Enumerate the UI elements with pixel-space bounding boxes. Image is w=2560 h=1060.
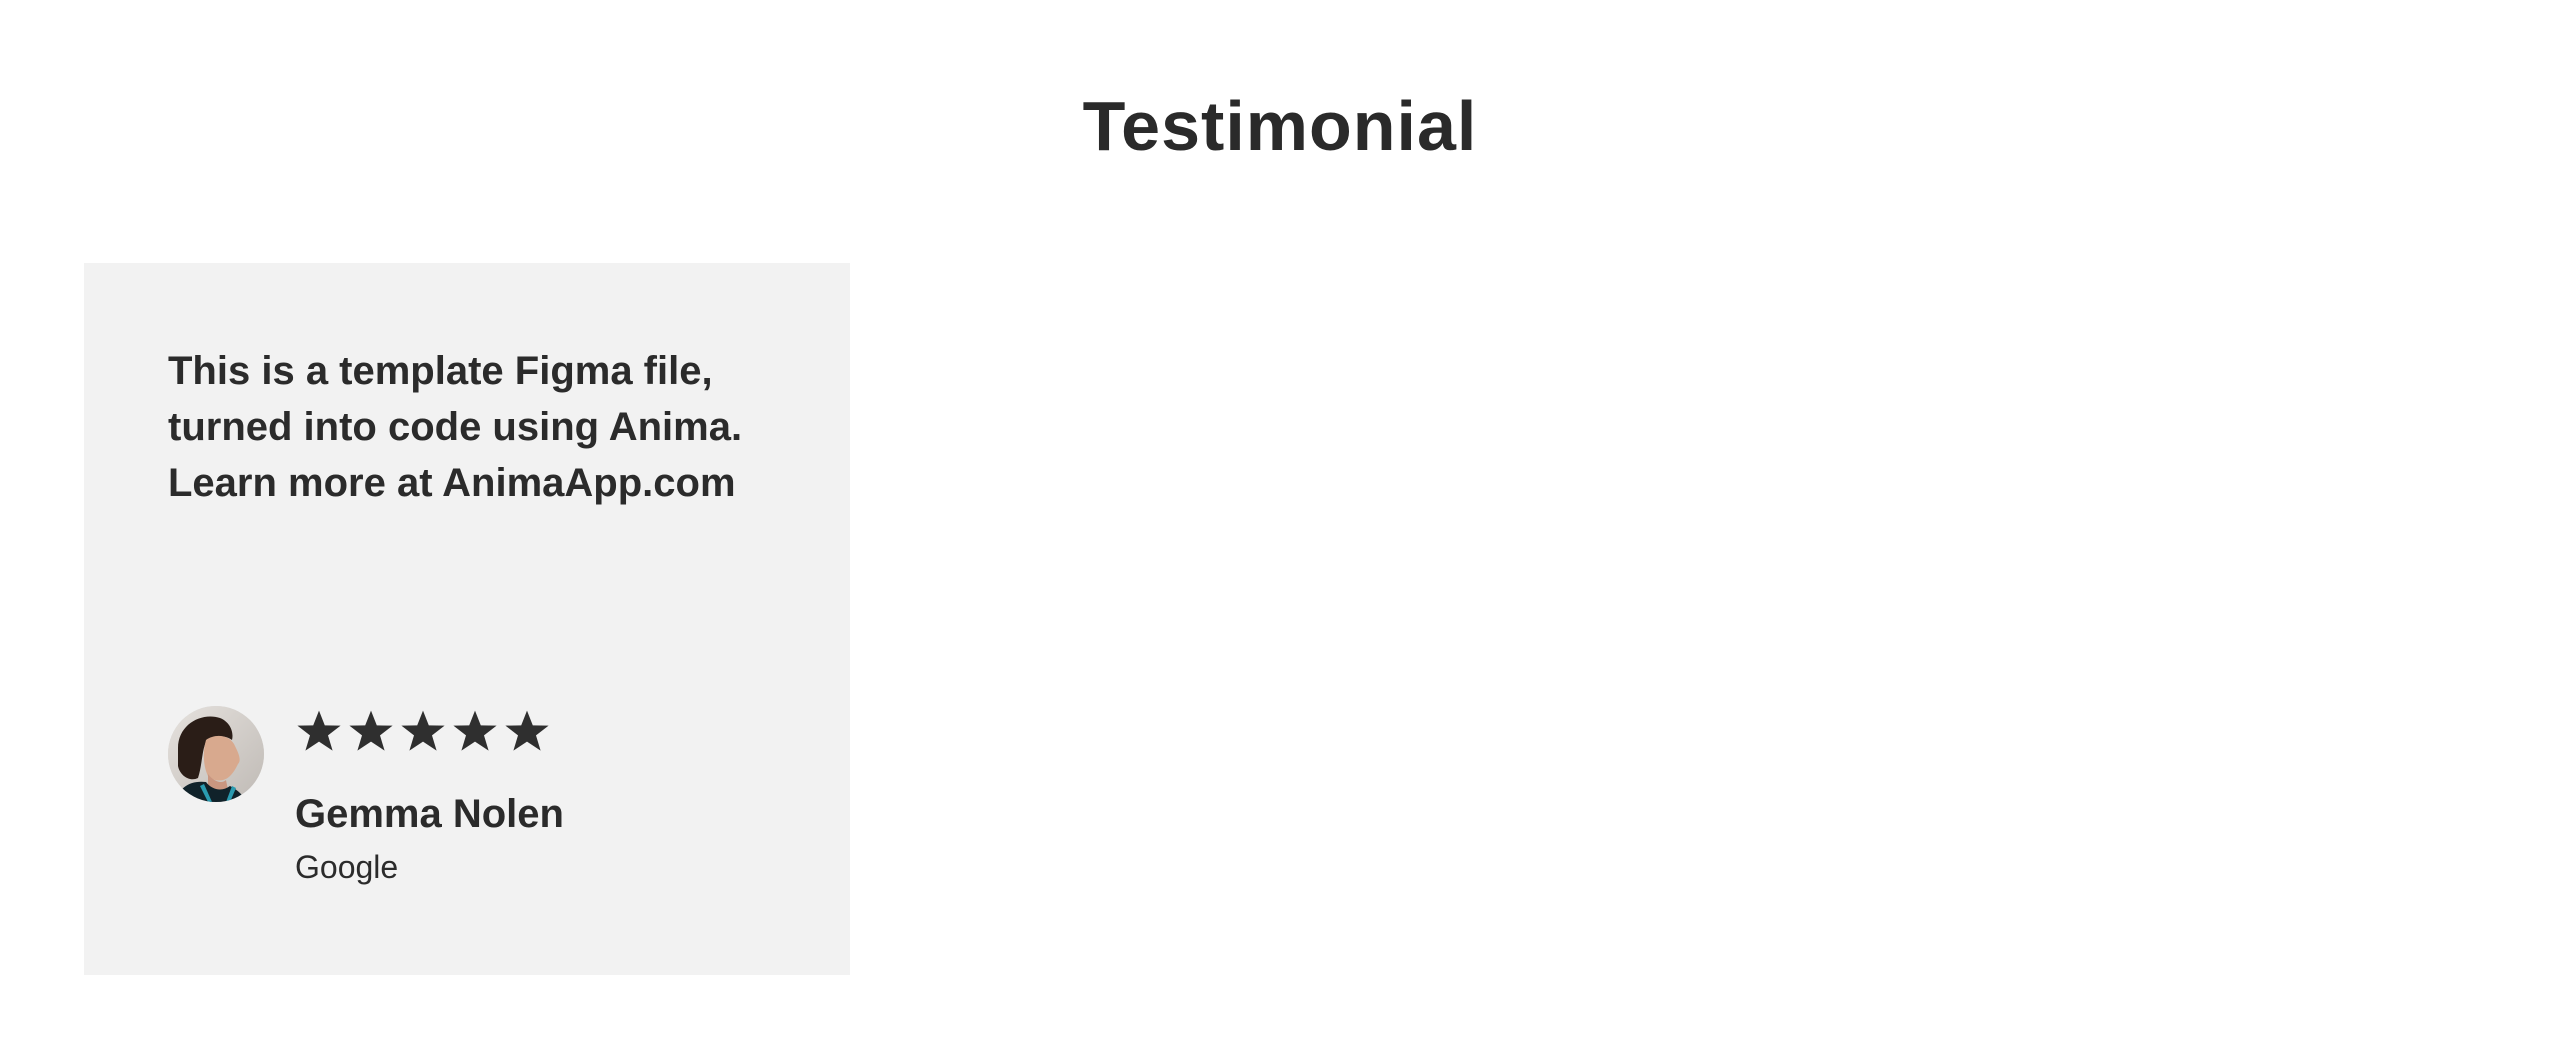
avatar: [168, 706, 264, 802]
section-title: Testimonial: [1082, 87, 1478, 165]
testimonial-author: Gemma Nolen Google: [168, 706, 788, 886]
testimonial-card: This is a template Figma file, turned in…: [84, 263, 850, 975]
star-icon: [401, 710, 445, 751]
star-icon: [453, 710, 497, 751]
star-icon: [505, 710, 549, 751]
star-icon: [349, 710, 393, 751]
rating-stars: [295, 706, 551, 756]
star-icon: [297, 710, 341, 751]
author-name: Gemma Nolen: [295, 792, 564, 836]
testimonial-quote: This is a template Figma file, turned in…: [168, 349, 743, 505]
author-company: Google: [295, 849, 399, 885]
avatar-image: [168, 706, 264, 802]
